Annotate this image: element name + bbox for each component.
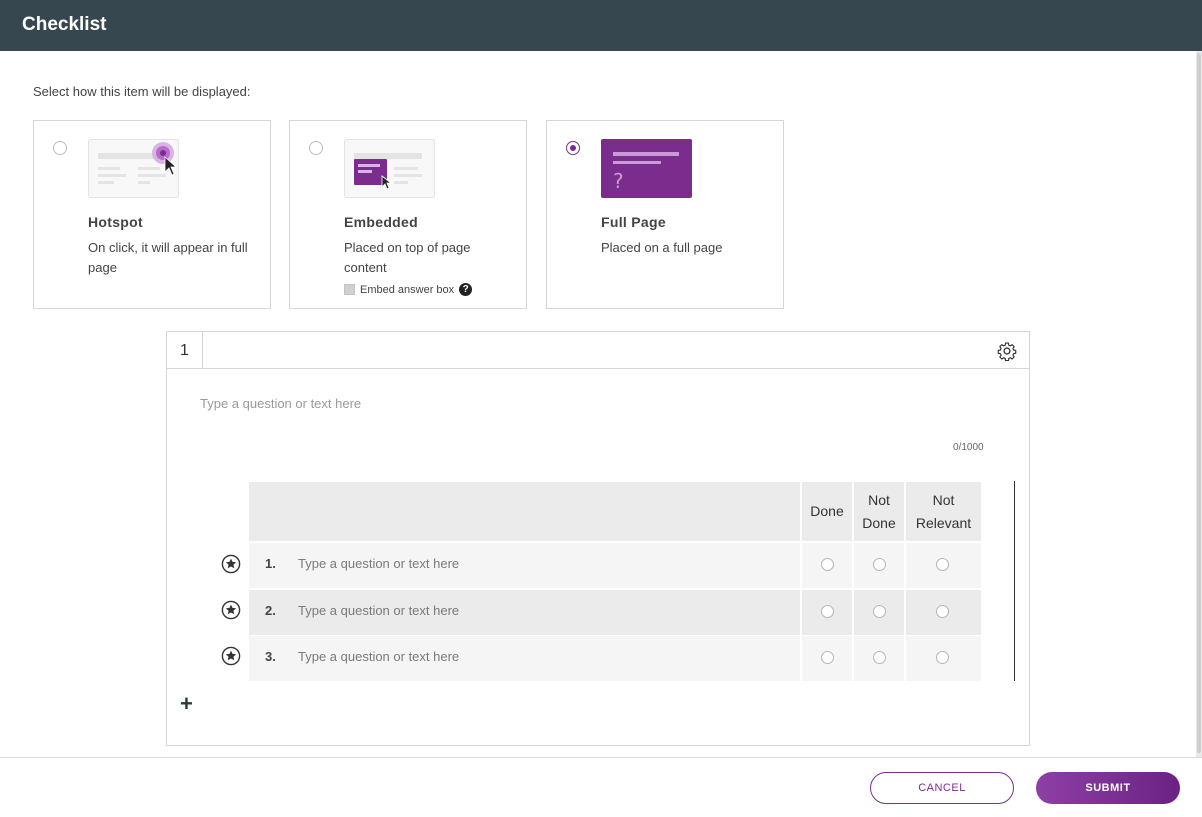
vertical-scrollbar[interactable]: [1196, 51, 1202, 757]
row-number: 1.: [265, 556, 276, 571]
row-number: 3.: [265, 649, 276, 664]
row-text-input[interactable]: Type a question or text here: [298, 649, 459, 664]
column-header-done: Done: [800, 482, 852, 541]
checklist-row: 2. Type a question or text here: [249, 590, 981, 635]
display-option-full-page[interactable]: ? Full Page Placed on a full page: [546, 120, 784, 309]
hotspot-title: Hotspot: [88, 214, 143, 230]
full-page-preview-icon: ?: [601, 139, 692, 198]
not-done-radio[interactable]: [873, 651, 886, 664]
gear-icon[interactable]: [997, 341, 1017, 361]
grid-scroll-divider: [1014, 481, 1015, 681]
row-text-input[interactable]: Type a question or text here: [298, 556, 459, 571]
question-number: 1: [167, 332, 203, 369]
scrollbar-thumb[interactable]: [1197, 53, 1201, 753]
dialog-footer: CANCEL SUBMIT: [0, 757, 1202, 817]
submit-button[interactable]: SUBMIT: [1036, 772, 1180, 804]
embedded-title: Embedded: [344, 214, 418, 230]
done-radio[interactable]: [821, 558, 834, 571]
done-radio[interactable]: [821, 605, 834, 618]
not-relevant-radio[interactable]: [936, 605, 949, 618]
embedded-preview-icon: [344, 139, 435, 198]
full-page-description: Placed on a full page: [601, 240, 723, 255]
embedded-description: Placed on top of page content: [344, 240, 471, 275]
checklist-header-row: Done Not Done Not Relevant: [249, 482, 981, 541]
full-page-radio[interactable]: [566, 141, 580, 155]
hotspot-description: On click, it will appear in full page: [88, 240, 248, 275]
window-title: Checklist: [22, 14, 107, 35]
add-item-icon[interactable]: +: [180, 693, 193, 715]
title-bar: Checklist: [0, 0, 1202, 51]
not-relevant-radio[interactable]: [936, 651, 949, 664]
embed-answer-box-checkbox[interactable]: [344, 284, 355, 295]
star-icon[interactable]: [221, 554, 241, 574]
display-option-embedded[interactable]: Embedded Placed on top of page content E…: [289, 120, 527, 309]
display-prompt: Select how this item will be displayed:: [33, 84, 251, 99]
hotspot-preview-icon: [88, 139, 179, 198]
embedded-radio[interactable]: [309, 141, 323, 155]
embed-answer-box-option[interactable]: Embed answer box ?: [344, 283, 473, 296]
row-text-input[interactable]: Type a question or text here: [298, 603, 459, 618]
cancel-button[interactable]: CANCEL: [870, 772, 1014, 804]
not-relevant-radio[interactable]: [936, 558, 949, 571]
column-header-not-done: Not Done: [852, 482, 904, 541]
full-page-preview-glyph: ?: [613, 169, 624, 193]
not-done-radio[interactable]: [873, 605, 886, 618]
not-done-radio[interactable]: [873, 558, 886, 571]
done-radio[interactable]: [821, 651, 834, 664]
star-icon[interactable]: [221, 600, 241, 620]
question-header: 1: [167, 332, 1029, 369]
column-header-not-relevant: Not Relevant: [904, 482, 981, 541]
checklist-row: 1. Type a question or text here: [249, 543, 981, 588]
row-number: 2.: [265, 603, 276, 618]
display-option-hotspot[interactable]: Hotspot On click, it will appear in full…: [33, 120, 271, 309]
star-icon[interactable]: [221, 646, 241, 666]
question-text-input[interactable]: Type a question or text here: [200, 396, 361, 411]
question-panel: 1 Type a question or text here 0/1000 Do…: [166, 331, 1030, 746]
checklist-row: 3. Type a question or text here: [249, 636, 981, 681]
full-page-title: Full Page: [601, 214, 666, 230]
char-counter: 0/1000: [953, 442, 984, 453]
hotspot-radio[interactable]: [53, 141, 67, 155]
embed-answer-box-label: Embed answer box: [360, 283, 455, 296]
help-icon[interactable]: ?: [459, 283, 473, 296]
